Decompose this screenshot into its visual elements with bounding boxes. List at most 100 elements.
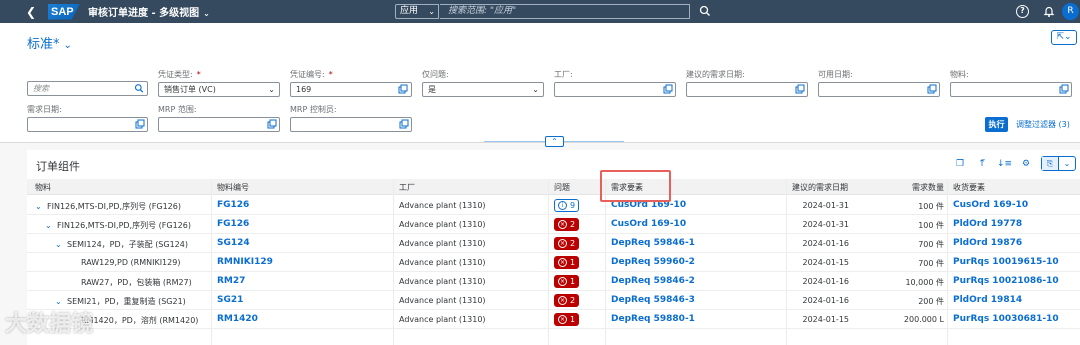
value-help-icon[interactable] — [795, 84, 805, 95]
export-button[interactable]: ⎘ ⌄ — [1041, 156, 1076, 171]
mrp-area-input[interactable] — [158, 117, 280, 132]
material-description: SEMI124，PD，子装配 (SG124) — [67, 240, 188, 249]
receipt-element-link[interactable]: PurRqs 10030681-10 — [953, 314, 1059, 324]
settings-icon[interactable]: ⚙ — [1019, 158, 1033, 170]
export-icon[interactable]: ⎘ — [1042, 157, 1059, 170]
chevron-down-icon[interactable]: ⌄ — [35, 202, 47, 211]
doc-type-select[interactable]: 销售订单 (VC) ⌄ — [158, 82, 280, 97]
collapse-header-button[interactable]: ⌃ — [545, 136, 564, 147]
column-header-receipt-element[interactable]: 收货要素 — [953, 182, 985, 193]
table-row[interactable]: ⌄ FIN126,MTS-DI,PD,序列号 (FG126) FG126 Advanc… — [27, 215, 1080, 234]
chevron-down-icon[interactable]: ⌄ — [55, 240, 67, 249]
quantity-cell: 10,000 件 — [905, 278, 944, 287]
issue-badge[interactable]: × 1 — [554, 275, 580, 288]
material-number-link[interactable]: RM1420 — [217, 314, 258, 324]
column-header-material-number[interactable]: 物料编号 — [217, 182, 249, 193]
column-header-material[interactable]: 物料 — [35, 182, 51, 193]
plant-input[interactable] — [554, 82, 676, 97]
chevron-down-icon[interactable]: ⌄ — [1059, 157, 1075, 170]
search-scope-value: 应用 — [400, 6, 419, 16]
material-input[interactable] — [950, 82, 1072, 97]
doc-number-input[interactable]: 169 — [290, 82, 412, 97]
issues-only-select[interactable]: 是 ⌄ — [422, 82, 544, 97]
table-row[interactable]: ⌄ SEMI124，PD，子装配 (SG124) SG124 Advance plan… — [27, 234, 1080, 253]
shell-bar: ❮ SAP 审核订单进度 - 多级视图 ⌄ 应用 ⌄ 搜索范围: "应用" ? R — [0, 0, 1080, 23]
availability-date-input[interactable] — [818, 82, 940, 97]
go-button[interactable]: 执行 — [985, 117, 1008, 132]
table-row[interactable]: RAW27，PD，包装箱 (RM27) RM27 Advance plant (13… — [27, 272, 1080, 291]
issue-badge[interactable]: i9 — [554, 199, 580, 212]
search-icon[interactable] — [698, 4, 712, 18]
requirement-element-link[interactable]: CusOrd 169-10 — [611, 219, 686, 229]
table-title: 订单组件 — [36, 160, 80, 173]
issue-badge[interactable]: × 2 — [554, 218, 580, 231]
basic-search-input[interactable]: 搜索 — [27, 81, 148, 96]
chevron-down-icon[interactable]: ⌄ — [55, 297, 67, 306]
requirement-date-input[interactable] — [27, 117, 148, 132]
value-help-icon[interactable] — [927, 84, 937, 95]
material-cell: RAW27，PD，包装箱 (RM27) — [69, 277, 192, 288]
chevron-down-icon: ⌄ — [428, 7, 435, 16]
receipt-element-link[interactable]: PurRqs 10019615-10 — [953, 257, 1059, 267]
copy-icon[interactable]: ❐ — [953, 158, 967, 170]
material-number-link[interactable]: SG124 — [217, 238, 250, 248]
table-row[interactable]: ⌄ SEMI21，PD，重复制造 (SG21) SG21 Advance plant … — [27, 291, 1080, 310]
adapt-filters-link[interactable]: 调整过滤器 (3) — [1016, 119, 1070, 130]
value-help-icon[interactable] — [267, 119, 277, 130]
issue-badge[interactable]: × 1 — [554, 256, 580, 269]
proposed-date-input[interactable] — [686, 82, 808, 97]
user-avatar[interactable]: R — [1062, 3, 1079, 20]
issue-badge[interactable]: × 2 — [554, 237, 580, 250]
material-number-link[interactable]: FG126 — [217, 219, 249, 229]
sap-logo[interactable]: SAP — [48, 3, 80, 20]
column-header-issues[interactable]: 问题 — [554, 182, 570, 193]
value-help-icon[interactable] — [399, 119, 409, 130]
value-help-icon[interactable] — [398, 84, 408, 95]
doc-type-value: 销售订单 (VC) — [164, 85, 216, 94]
table-row[interactable]: RM1420，PD，溶剂 (RM1420) RM1420 Advance plant… — [27, 310, 1080, 329]
receipt-element-link[interactable]: CusOrd 169-10 — [953, 200, 1028, 210]
material-number-link[interactable]: RMNIKI129 — [217, 257, 273, 267]
sort-descending-icon[interactable]: ↓≡ — [997, 158, 1012, 170]
value-help-icon[interactable] — [663, 84, 673, 95]
shell-search-input[interactable]: 搜索范围: "应用" — [440, 4, 690, 19]
share-button[interactable]: ⇱⌄ — [1051, 30, 1077, 45]
back-button[interactable]: ❮ — [26, 5, 46, 19]
filter-label-plant: 工厂: — [554, 70, 573, 79]
requirement-element-link[interactable]: DepReq 59846-2 — [611, 276, 695, 286]
plant-cell: Advance plant (1310) — [399, 315, 486, 324]
material-cell: ⌄ SEMI124，PD，子装配 (SG124) — [55, 239, 188, 250]
requirement-element-link[interactable]: DepReq 59846-3 — [611, 295, 695, 305]
column-header-quantity[interactable]: 需求数量 — [912, 182, 944, 193]
material-number-link[interactable]: FG126 — [217, 200, 249, 210]
column-header-proposed-date[interactable]: 建议的需求日期 — [792, 182, 848, 193]
receipt-element-link[interactable]: PldOrd 19876 — [953, 238, 1022, 248]
error-icon: × — [558, 296, 567, 305]
table-row[interactable]: RAW129,PD (RMNIKI129) RMNIKI129 Advance pl… — [27, 253, 1080, 272]
search-icon[interactable] — [134, 83, 144, 94]
help-icon[interactable]: ? — [1016, 5, 1029, 18]
requirement-element-link[interactable]: DepReq 59880-1 — [611, 314, 695, 324]
requirement-element-link[interactable]: DepReq 59846-1 — [611, 238, 695, 248]
variant-selector[interactable]: 标准* ⌄ — [27, 33, 72, 52]
value-help-icon[interactable] — [1059, 84, 1069, 95]
search-scope-select[interactable]: 应用 ⌄ — [395, 4, 439, 19]
issue-badge[interactable]: × 1 — [554, 313, 580, 326]
notification-bell-icon[interactable] — [1042, 4, 1056, 18]
chevron-down-icon[interactable]: ⌄ — [45, 221, 57, 230]
sort-ascending-icon[interactable]: ↑̄ — [975, 158, 989, 170]
proposed-date-cell: 2024-01-16 — [802, 239, 850, 248]
column-header-plant[interactable]: 工厂 — [399, 182, 415, 193]
receipt-element-link[interactable]: PldOrd 19778 — [953, 219, 1022, 229]
material-number-link[interactable]: SG21 — [217, 295, 243, 305]
mrp-controller-input[interactable] — [290, 117, 412, 132]
chevron-down-icon: ⌄ — [63, 40, 72, 51]
app-title[interactable]: 审核订单进度 - 多级视图 ⌄ — [88, 4, 210, 19]
receipt-element-link[interactable]: PldOrd 19814 — [953, 295, 1022, 305]
receipt-element-link[interactable]: PurRqs 10021086-10 — [953, 276, 1059, 286]
issue-badge[interactable]: × 2 — [554, 294, 580, 307]
table-row[interactable]: ⌄ FIN126,MTS-DI,PD,序列号 (FG126) FG126 Advanc… — [27, 196, 1080, 215]
requirement-element-link[interactable]: DepReq 59960-2 — [611, 257, 695, 267]
value-help-icon[interactable] — [135, 119, 145, 130]
material-number-link[interactable]: RM27 — [217, 276, 245, 286]
